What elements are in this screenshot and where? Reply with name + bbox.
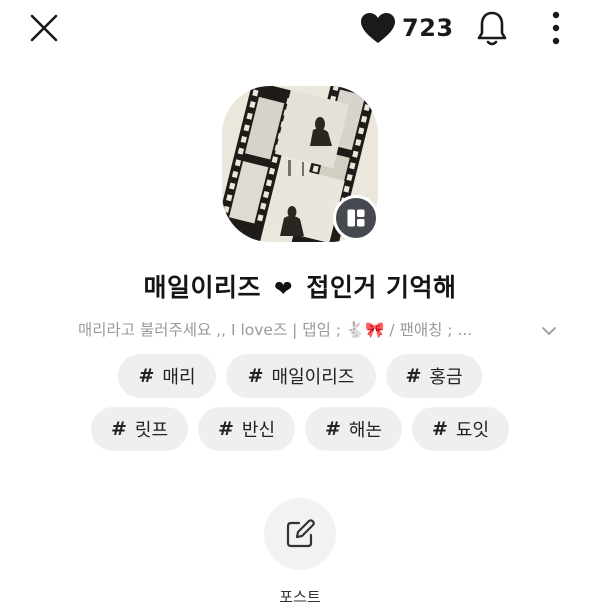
heart-emoji-icon: ❤: [274, 277, 294, 302]
edit-icon: [286, 519, 315, 548]
top-bar: 723: [0, 0, 600, 58]
close-icon: [30, 14, 58, 42]
tag-label: 매리: [162, 367, 196, 388]
bell-icon: [477, 11, 507, 46]
profile-type-badge[interactable]: [333, 195, 379, 241]
hash-icon: #: [217, 418, 234, 440]
tag-label: 됴잇: [455, 420, 490, 441]
post-label: 포스트: [279, 588, 321, 606]
tag-chip[interactable]: # 릿프: [91, 407, 188, 451]
hash-icon: #: [247, 365, 264, 387]
bio-text: 매리라고 불러주세요 ,, I love즈 | 댑임 ; 🐇🎀 / 팬애칭 ; …: [78, 321, 473, 339]
hash-icon: #: [324, 418, 341, 440]
tag-label: 릿프: [134, 420, 169, 441]
write-post-button[interactable]: [264, 498, 336, 570]
hash-icon: #: [405, 365, 422, 387]
like-button[interactable]: 723: [360, 10, 454, 46]
chevron-down-icon: [542, 327, 556, 335]
more-options-button[interactable]: [538, 8, 574, 48]
more-vertical-icon: [552, 11, 560, 45]
profile-title-right: 접인거 기억해: [306, 273, 457, 302]
profile-avatar-container: [222, 86, 379, 242]
tag-label: 매일이리즈: [271, 367, 355, 388]
heart-icon: [361, 13, 395, 43]
tag-chip[interactable]: # 해논: [305, 407, 402, 451]
tag-chip[interactable]: # 매일이리즈: [226, 354, 376, 398]
profile-bio: 매리라고 불러주세요 ,, I love즈 | 댑임 ; 🐇🎀 / 팬애칭 ; …: [0, 318, 600, 342]
tag-chip[interactable]: # 됴잇: [412, 407, 509, 451]
tag-label: 홍금: [429, 367, 463, 388]
tag-label: 반신: [241, 420, 276, 441]
profile-title-left: 매일이리즈: [143, 273, 261, 302]
template-icon: [347, 209, 365, 227]
expand-bio-button[interactable]: [538, 320, 560, 342]
profile-title: 매일이리즈 ❤ 접인거 기억해: [0, 268, 600, 304]
tag-label: 해논: [348, 420, 383, 441]
like-count: 723: [402, 14, 454, 42]
notification-button[interactable]: [474, 9, 510, 47]
close-button[interactable]: [26, 10, 62, 46]
tag-chip[interactable]: # 반신: [198, 407, 295, 451]
tag-chip[interactable]: # 매리: [118, 354, 216, 398]
hash-icon: #: [431, 418, 448, 440]
hash-icon: #: [138, 365, 155, 387]
hash-icon: #: [110, 418, 127, 440]
tag-chip[interactable]: # 홍금: [386, 354, 482, 398]
